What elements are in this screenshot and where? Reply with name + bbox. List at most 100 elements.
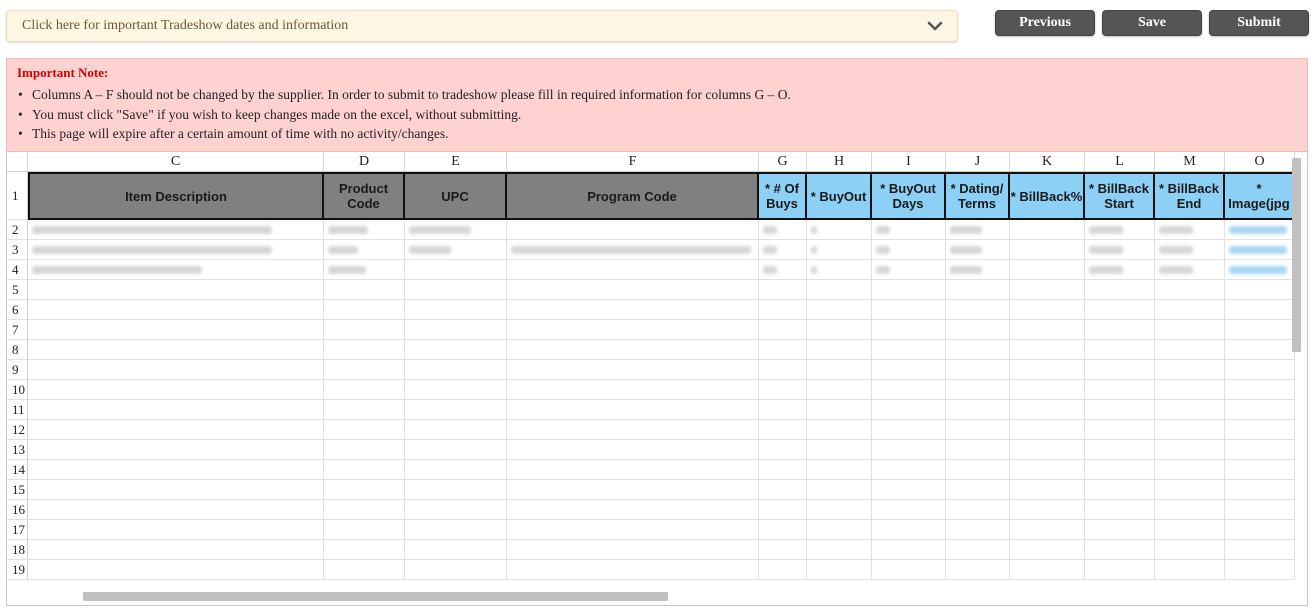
submit-button[interactable]: Submit [1209,10,1309,36]
grid-cell[interactable] [28,340,324,360]
grid-cell[interactable] [1085,260,1155,280]
grid-cell[interactable] [759,380,807,400]
grid-cell[interactable] [1085,280,1155,300]
grid-cell[interactable] [1225,440,1295,460]
grid-cell[interactable] [1085,520,1155,540]
grid-cell[interactable] [872,360,946,380]
grid-cell[interactable] [1155,420,1225,440]
grid-cell[interactable] [1225,340,1295,360]
grid-cell[interactable] [1155,260,1225,280]
grid-cell[interactable] [807,460,872,480]
grid-cell[interactable] [1085,240,1155,260]
grid-cell[interactable] [1085,380,1155,400]
grid-cell[interactable] [324,220,405,240]
grid-cell[interactable] [28,540,324,560]
grid-cell[interactable] [507,240,759,260]
grid-cell[interactable] [1010,440,1085,460]
horizontal-scrollbar[interactable] [83,592,668,601]
grid-cell[interactable] [28,460,324,480]
grid-cell[interactable] [28,400,324,420]
grid-cell[interactable] [405,260,507,280]
grid-cell[interactable] [405,500,507,520]
grid-cell[interactable] [872,260,946,280]
grid-cell[interactable] [872,320,946,340]
grid-cell[interactable] [1085,480,1155,500]
vertical-scrollbar[interactable] [1292,158,1301,352]
grid-cell[interactable] [507,480,759,500]
grid-cell[interactable] [28,500,324,520]
grid-cell[interactable] [28,560,324,580]
grid-cell[interactable] [1225,260,1295,280]
grid-cell[interactable] [872,400,946,420]
chevron-down-icon[interactable] [927,18,943,34]
grid-cell[interactable] [1010,260,1085,280]
grid-cell[interactable] [1225,380,1295,400]
grid-cell[interactable] [405,380,507,400]
previous-button[interactable]: Previous [995,10,1095,36]
grid-cell[interactable] [759,460,807,480]
grid-cell[interactable] [405,340,507,360]
grid-cell[interactable] [946,500,1010,520]
grid-cell[interactable] [946,420,1010,440]
grid-cell[interactable] [946,260,1010,280]
grid-cell[interactable] [507,540,759,560]
grid-cell[interactable] [1010,220,1085,240]
grid-cell[interactable] [324,460,405,480]
grid-cell[interactable] [759,340,807,360]
column-letter-g[interactable]: G [759,152,807,172]
grid-cell[interactable] [1155,460,1225,480]
grid-cell[interactable] [946,360,1010,380]
grid-cell[interactable] [946,300,1010,320]
grid-cell[interactable] [507,260,759,280]
grid-cell[interactable] [405,520,507,540]
grid-cell[interactable] [807,400,872,420]
grid-cell[interactable] [1010,480,1085,500]
grid-cell[interactable] [405,220,507,240]
grid-cell[interactable] [1085,500,1155,520]
column-letter-e[interactable]: E [405,152,507,172]
spreadsheet[interactable]: C D E F G H I J K L M O 1 Item Description Product Cod… [6,152,1308,606]
grid-cell[interactable] [807,480,872,500]
grid-cell[interactable] [1155,480,1225,500]
grid-cell[interactable] [807,560,872,580]
grid-cell[interactable] [507,360,759,380]
grid-cell[interactable] [324,240,405,260]
grid-cell[interactable] [507,340,759,360]
grid-cell[interactable] [759,560,807,580]
grid-cell[interactable] [807,300,872,320]
grid-cell[interactable] [324,540,405,560]
grid-cell[interactable] [807,440,872,460]
grid-cell[interactable] [324,280,405,300]
grid-cell[interactable] [1225,320,1295,340]
column-header[interactable]: * Image(jpg [1225,172,1295,220]
column-header[interactable]: UPC [405,172,507,220]
grid-cell[interactable] [759,420,807,440]
column-header[interactable]: Product Code [324,172,405,220]
grid-cell[interactable] [872,560,946,580]
grid-cell[interactable] [872,520,946,540]
column-header[interactable]: * BillBack End [1155,172,1225,220]
column-header[interactable]: * BuyOut [807,172,872,220]
grid-cell[interactable] [405,360,507,380]
grid-cell[interactable] [405,400,507,420]
column-header[interactable]: * BillBack% [1010,172,1085,220]
grid-cell[interactable] [946,320,1010,340]
grid-cell[interactable] [28,300,324,320]
grid-cell[interactable] [1085,460,1155,480]
grid-cell[interactable] [1085,300,1155,320]
grid-cell[interactable] [1225,360,1295,380]
grid-cell[interactable] [872,280,946,300]
grid-cell[interactable] [1155,220,1225,240]
grid-cell[interactable] [1085,220,1155,240]
grid-cell[interactable] [1010,520,1085,540]
grid-cell[interactable] [946,460,1010,480]
grid-cell[interactable] [1085,560,1155,580]
grid-cell[interactable] [1225,500,1295,520]
grid-cell[interactable] [324,440,405,460]
grid-cell[interactable] [946,340,1010,360]
grid-cell[interactable] [324,560,405,580]
column-letter-i[interactable]: I [872,152,946,172]
grid-cell[interactable] [946,280,1010,300]
grid-cell[interactable] [405,300,507,320]
column-header[interactable]: * # Of Buys [759,172,807,220]
